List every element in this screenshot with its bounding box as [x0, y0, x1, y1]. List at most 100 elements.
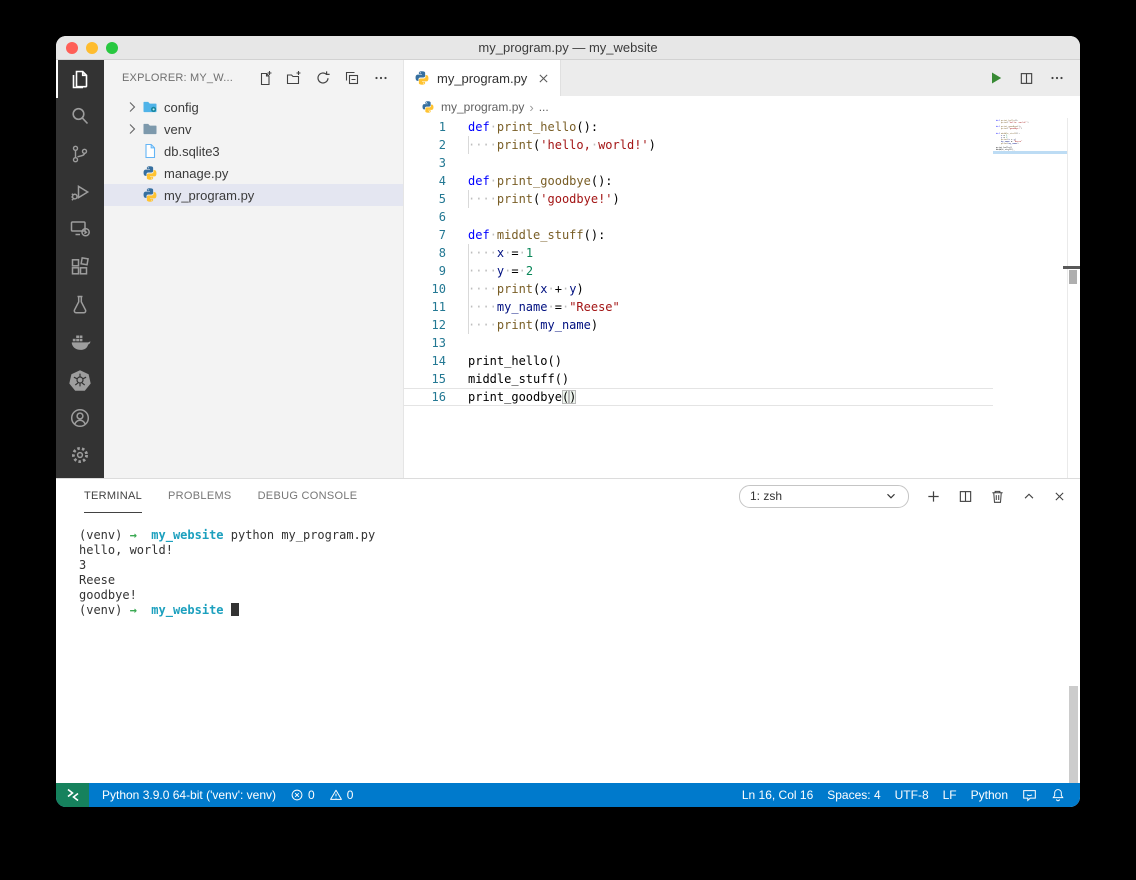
status-item-warning[interactable]: 0 — [322, 783, 361, 807]
code-line-9[interactable]: 9 ····y·=·2 — [404, 262, 993, 280]
breadcrumb-more[interactable]: ... — [539, 100, 549, 114]
split-editor-icon[interactable] — [1019, 71, 1034, 86]
split-panel-icon[interactable] — [958, 489, 973, 504]
code-editor[interactable]: 1 def·print_hello(): 2 ····print('hello,… — [404, 118, 1080, 478]
editor-scrollbar[interactable] — [1069, 270, 1077, 284]
activity-item-settings[interactable] — [56, 436, 104, 474]
status-item-utf-8[interactable]: UTF-8 — [888, 783, 936, 807]
panel-tabs: TERMINAL PROBLEMS DEBUG CONSOLE — [84, 479, 357, 513]
panel-tab-problems[interactable]: PROBLEMS — [168, 479, 232, 513]
status-item-bell[interactable] — [1044, 783, 1072, 807]
code-line-12[interactable]: 12 ····print(my_name) — [404, 316, 993, 334]
terminal-scrollbar[interactable] — [1069, 686, 1078, 783]
code-line-14[interactable]: 14 print_hello() — [404, 352, 993, 370]
code-line-11[interactable]: 11 ····my_name·=·"Reese" — [404, 298, 993, 316]
tree-item-venv[interactable]: venv — [104, 118, 403, 140]
breadcrumb-file[interactable]: my_program.py — [441, 100, 524, 114]
tree-item-manage-py[interactable]: manage.py — [104, 162, 403, 184]
status-item-python[interactable]: Python — [964, 783, 1015, 807]
tree-item-db-sqlite3[interactable]: db.sqlite3 — [104, 140, 403, 162]
activity-item-run-debug[interactable] — [56, 173, 104, 211]
activity-item-search[interactable] — [56, 98, 104, 136]
folder-config-icon — [142, 99, 158, 115]
status-item-spaces-4[interactable]: Spaces: 4 — [820, 783, 887, 807]
python-icon — [142, 165, 158, 181]
line-number: 6 — [438, 210, 446, 224]
panel-tab-debug-console[interactable]: DEBUG CONSOLE — [258, 479, 358, 513]
terminal-shell-select[interactable]: 1: zsh — [739, 484, 909, 508]
status-item-lf[interactable]: LF — [936, 783, 964, 807]
activity-item-explorer[interactable] — [56, 60, 104, 98]
window-title: my_program.py — my_website — [478, 40, 658, 55]
refresh-icon[interactable] — [315, 70, 331, 86]
tab-my-program[interactable]: my_program.py — [404, 60, 561, 96]
activity-item-source-control[interactable] — [56, 135, 104, 173]
panel-controls: 1: zsh — [739, 484, 1066, 508]
close-tab-icon[interactable] — [537, 72, 550, 85]
feedback-icon — [1022, 788, 1037, 803]
code-line-2[interactable]: 2 ····print('hello,·world!') — [404, 136, 993, 154]
folder-icon — [142, 121, 158, 137]
code-line-6[interactable]: 6 — [404, 208, 993, 226]
chevron-right-icon — [124, 99, 140, 115]
status-item-remote[interactable] — [56, 783, 89, 807]
more-icon[interactable] — [373, 70, 389, 86]
settings-icon — [68, 443, 92, 467]
status-item-python-3-9-0-64-bit-venv-venv-[interactable]: Python 3.9.0 64-bit ('venv': venv) — [95, 783, 283, 807]
explorer-title: EXPLORER: MY_W... — [122, 72, 233, 84]
bell-icon — [1051, 788, 1065, 802]
python-icon — [421, 100, 435, 114]
activity-item-remote-explorer[interactable] — [56, 211, 104, 249]
tree-item-config[interactable]: config — [104, 96, 403, 118]
explorer-header: EXPLORER: MY_W... — [104, 60, 403, 96]
collapse-all-icon[interactable] — [344, 70, 360, 86]
code-line-15[interactable]: 15 middle_stuff() — [404, 370, 993, 388]
run-icon[interactable] — [988, 70, 1004, 86]
code-line-16[interactable]: 16 print_goodbye() — [404, 388, 993, 406]
add-icon[interactable] — [926, 489, 941, 504]
tree-item-my-program-py[interactable]: my_program.py — [104, 184, 403, 206]
run-debug-icon — [68, 180, 92, 204]
activity-item-kubernetes[interactable] — [56, 361, 104, 399]
close-icon[interactable] — [1053, 490, 1066, 503]
tree-item-label: config — [164, 99, 199, 115]
code-line-7[interactable]: 7 def·middle_stuff(): — [404, 226, 993, 244]
activity-item-accounts[interactable] — [56, 399, 104, 437]
code-line-4[interactable]: 4 def·print_goodbye(): — [404, 172, 993, 190]
new-folder-icon[interactable] — [286, 70, 302, 86]
chevron-up-icon[interactable] — [1022, 489, 1036, 503]
status-item-error[interactable]: 0 — [283, 783, 322, 807]
error-icon — [290, 788, 304, 802]
code-line-10[interactable]: 10 ····print(x·+·y) — [404, 280, 993, 298]
terminal-output[interactable]: (venv) → my_website python my_program.py… — [56, 513, 1080, 783]
code-line-3[interactable]: 3 — [404, 154, 993, 172]
tree-item-label: venv — [164, 121, 192, 137]
more-icon[interactable] — [1049, 70, 1065, 86]
code-line-1[interactable]: 1 def·print_hello(): — [404, 118, 993, 136]
file-tree: config venv db.sqlite3 manage.py my_prog… — [104, 96, 403, 206]
code-line-5[interactable]: 5 ····print('goodbye!') — [404, 190, 993, 208]
activity-item-docker[interactable] — [56, 323, 104, 361]
activity-item-testing[interactable] — [56, 286, 104, 324]
tree-item-label: my_program.py — [164, 187, 255, 203]
remote-explorer-icon — [68, 217, 92, 241]
terminal-line: hello, world! — [79, 543, 173, 557]
panel-tab-terminal[interactable]: TERMINAL — [84, 479, 143, 513]
minimap[interactable]: def·print_hello():····print('hello,·worl… — [993, 118, 1067, 478]
line-number: 2 — [438, 138, 446, 152]
python-icon — [414, 70, 430, 86]
status-item-feedback[interactable] — [1015, 783, 1044, 807]
code-line-8[interactable]: 8 ····x·=·1 — [404, 244, 993, 262]
trash-icon[interactable] — [990, 489, 1005, 504]
source-control-icon — [68, 142, 92, 166]
line-number: 8 — [438, 246, 446, 260]
status-item-ln-16-col-16[interactable]: Ln 16, Col 16 — [735, 783, 820, 807]
activity-item-extensions[interactable] — [56, 248, 104, 286]
accounts-icon — [68, 406, 92, 430]
terminal-line: (venv) → my_website — [79, 603, 1080, 618]
status-right: Ln 16, Col 16 Spaces: 4 UTF-8 LF Python — [735, 783, 1080, 807]
chevron-right-icon: › — [529, 99, 534, 115]
new-file-icon[interactable] — [257, 70, 273, 86]
file-icon — [142, 143, 158, 159]
code-line-13[interactable]: 13 — [404, 334, 993, 352]
